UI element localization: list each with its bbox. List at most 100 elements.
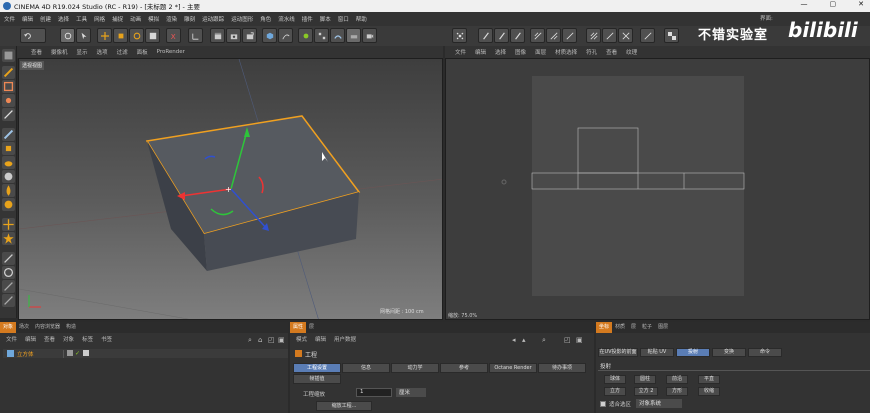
texture-menu-item[interactable]: 查看 xyxy=(606,48,617,56)
menu-item[interactable]: 捕捉 xyxy=(112,15,123,23)
ruler-button[interactable] xyxy=(2,280,15,293)
uv-texture-viewport[interactable] xyxy=(445,58,870,320)
menu-item[interactable]: 网格 xyxy=(94,15,105,23)
viewport-menu-item[interactable]: 选项 xyxy=(97,48,108,56)
tab-reference[interactable]: 参考 xyxy=(440,363,488,373)
viewport-menu-item[interactable]: 查看 xyxy=(31,48,42,56)
viewport-menu-item[interactable]: 摄像机 xyxy=(51,48,68,56)
object-name[interactable]: 立方体 xyxy=(17,350,34,358)
tab-info[interactable]: 信息 xyxy=(342,363,390,373)
select-tool-button[interactable] xyxy=(76,28,91,43)
tweak-mode-button[interactable] xyxy=(2,156,15,169)
menu-item[interactable]: 选择 xyxy=(58,15,69,23)
object-menu-item[interactable]: 文件 xyxy=(6,335,17,345)
snap-enable-button[interactable] xyxy=(2,218,15,231)
scene-button[interactable] xyxy=(346,28,361,43)
texture-menu-item[interactable]: 纹理 xyxy=(626,48,637,56)
menu-item[interactable]: 文件 xyxy=(4,15,15,23)
maximize-button[interactable]: ▢ xyxy=(830,0,837,8)
texture-menu-item[interactable]: 面层 xyxy=(535,48,546,56)
camera-button[interactable] xyxy=(362,28,377,43)
project-scale-input[interactable]: 1 xyxy=(356,388,392,397)
fit-selection-checkbox[interactable] xyxy=(600,401,606,407)
object-menu-item[interactable]: 编辑 xyxy=(25,335,36,345)
x-axis-lock-button[interactable]: X xyxy=(166,28,181,43)
viewport-menu-item[interactable]: 显示 xyxy=(77,48,88,56)
lock-icon[interactable]: ▣ xyxy=(278,336,285,344)
viewport-menu-item[interactable]: 过滤 xyxy=(117,48,128,56)
menu-item[interactable]: 工具 xyxy=(76,15,87,23)
menu-item[interactable]: 模拟 xyxy=(148,15,159,23)
up-arrow-icon[interactable]: ▴ xyxy=(522,336,526,344)
tab-project-settings[interactable]: 工程设置 xyxy=(293,363,341,373)
object-menu-item[interactable]: 标签 xyxy=(82,335,93,345)
knife-tool-button[interactable] xyxy=(494,28,509,43)
cylinder-projection-button[interactable]: 圆柱 xyxy=(634,375,656,384)
texture-tag-icon[interactable] xyxy=(83,350,89,356)
subdivision-button[interactable] xyxy=(298,28,313,43)
texture-tool-button[interactable] xyxy=(2,66,15,79)
texture-menu-item[interactable]: 材质选择 xyxy=(555,48,577,56)
object-menu-item[interactable]: 对象 xyxy=(63,335,74,345)
menu-item[interactable]: 运动图形 xyxy=(231,15,253,23)
tab-octane-render[interactable]: Octane Render xyxy=(489,363,537,373)
uv-front-projection-button[interactable]: 在UV投影的前面 xyxy=(598,348,638,357)
commands-tab-button[interactable]: 命令 xyxy=(748,348,782,357)
model-mode-button[interactable] xyxy=(2,49,15,62)
attr-menu-item[interactable]: 用户数据 xyxy=(334,335,356,345)
frontal-projection-button[interactable]: 前沿 xyxy=(666,375,688,384)
workplane-button[interactable] xyxy=(452,28,467,43)
enabled-check-icon[interactable]: ✓ xyxy=(75,350,80,357)
texture-menu-item[interactable]: 选择 xyxy=(495,48,506,56)
quantize-button[interactable] xyxy=(562,28,577,43)
cube2-projection-button[interactable]: 立方 2 xyxy=(634,387,658,396)
live-select-button[interactable] xyxy=(60,28,75,43)
snap-settings-button[interactable] xyxy=(546,28,561,43)
menu-item[interactable]: 渲染 xyxy=(166,15,177,23)
recent-tool-button[interactable] xyxy=(145,28,160,43)
tab-interpolation[interactable]: 帧插值 xyxy=(293,374,341,384)
cube-object-button[interactable] xyxy=(262,28,277,43)
search-icon[interactable]: ⌕ xyxy=(248,336,252,345)
magnet-tool-button[interactable] xyxy=(510,28,525,43)
flat-projection-button[interactable]: 平直 xyxy=(698,375,720,384)
move-tool-button[interactable] xyxy=(97,28,112,43)
table-row[interactable]: 立方体 ✓ xyxy=(3,349,288,358)
viewport-menu-item[interactable]: ProRender xyxy=(157,49,185,55)
workplane-tool-button[interactable] xyxy=(2,80,15,93)
tab-materials[interactable]: 材质 xyxy=(612,322,628,333)
attr-menu-item[interactable]: 模式 xyxy=(296,335,307,345)
sculpt-tool-button[interactable] xyxy=(478,28,493,43)
coordinate-system-button[interactable] xyxy=(188,28,203,43)
attr-search-icon[interactable]: ⌕ xyxy=(542,336,546,345)
perspective-viewport[interactable]: + xyxy=(18,58,443,320)
new-window-icon[interactable]: ◰ xyxy=(268,336,275,344)
tab-coordinates[interactable]: 坐标 xyxy=(596,322,613,333)
polygon-mode-button[interactable] xyxy=(2,128,15,141)
attr-menu-item[interactable]: 编辑 xyxy=(315,335,326,345)
shrink-projection-button[interactable]: 收缩 xyxy=(698,387,720,396)
tab-objects[interactable]: 对象 xyxy=(0,322,17,333)
snap-button[interactable] xyxy=(530,28,545,43)
scale-project-button[interactable]: 缩放工程... xyxy=(316,401,372,411)
tab-structure[interactable]: 构造 xyxy=(63,322,79,333)
scale-tool-button[interactable] xyxy=(113,28,128,43)
texture-menu-item[interactable]: 文件 xyxy=(455,48,466,56)
menu-item[interactable]: 帮助 xyxy=(356,15,367,23)
tab-todo[interactable]: 待办事项 xyxy=(538,363,586,373)
paint-button[interactable] xyxy=(2,184,15,197)
texture-menu-item[interactable]: 图像 xyxy=(515,48,526,56)
grid-button[interactable] xyxy=(2,294,15,307)
tab-attributes[interactable]: 属性 xyxy=(290,322,307,333)
object-menu-item[interactable]: 书签 xyxy=(101,335,112,345)
coordinate-system-select[interactable]: 对象系统 xyxy=(636,399,682,408)
tab-dynamics[interactable]: 动力学 xyxy=(391,363,439,373)
axis-mode-button[interactable] xyxy=(2,142,15,155)
close-button[interactable]: ✕ xyxy=(858,0,864,8)
spline-pen-button[interactable] xyxy=(278,28,293,43)
box-projection-button[interactable]: 方形 xyxy=(666,387,688,396)
viewport-menu-item[interactable]: 面板 xyxy=(137,48,148,56)
soft-select-button[interactable] xyxy=(2,198,15,211)
cube-projection-button[interactable]: 立方 xyxy=(604,387,626,396)
menu-item[interactable]: 脚本 xyxy=(320,15,331,23)
